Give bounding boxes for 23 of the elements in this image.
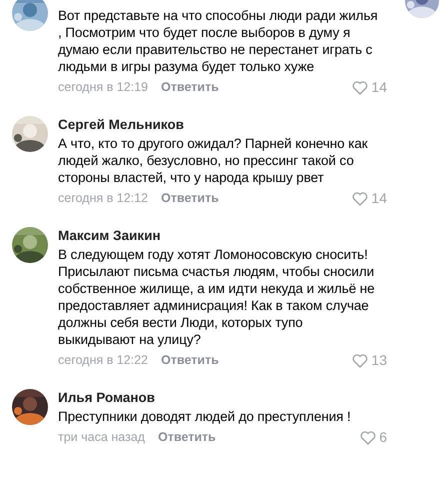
reply-link[interactable]: Ответить [161,352,219,369]
heart-icon [360,430,376,444]
reply-link[interactable]: Ответить [161,79,219,96]
heart-icon [352,354,368,368]
comment-text: Вот представьте на что способны люди ради жилья , Посмотрим что будет после выборов в думу я думаю если правительство не перестанет играть с людьми в игры разума будет только хуже [58,7,378,75]
like-button[interactable]: 14 [352,79,387,96]
comment-text: А что, кто то другого ожидал? Парней конечно как людей жалко, безусловно, но прессинг такой со стороны властей, что у народа крышу рвет [58,135,369,186]
like-button[interactable]: 13 [352,352,387,369]
comment-time: сегодня в 12:19 [58,79,148,96]
reply-link[interactable]: Ответить [161,190,219,207]
like-button[interactable]: 14 [352,190,387,207]
author-name[interactable]: Максим Заикин [58,226,387,245]
comment-time: сегодня в 12:12 [58,190,148,207]
comment-text: Преступники доводят людей до преступления ! [58,408,352,425]
author-name[interactable]: Сергей Мельников [58,115,387,134]
heart-icon [352,192,368,206]
comment-time: сегодня в 12:22 [58,352,148,369]
like-button[interactable]: 6 [360,429,387,446]
reply-link[interactable]: Ответить [158,429,216,446]
author-name[interactable]: Илья Романов [58,388,387,407]
comment-time: три часа назад [58,429,145,446]
comment-text: В следующем году хотят Ломоносовскую сносить! Присылают письма счастья людям, чтобы сносили собственное жилище, а им идти некуда и жильё не предоставляет админисрация! Как в таком случае должны себя вести Люди, которых тупо выкидывают на улицу? [58,246,376,348]
heart-icon [352,80,368,94]
